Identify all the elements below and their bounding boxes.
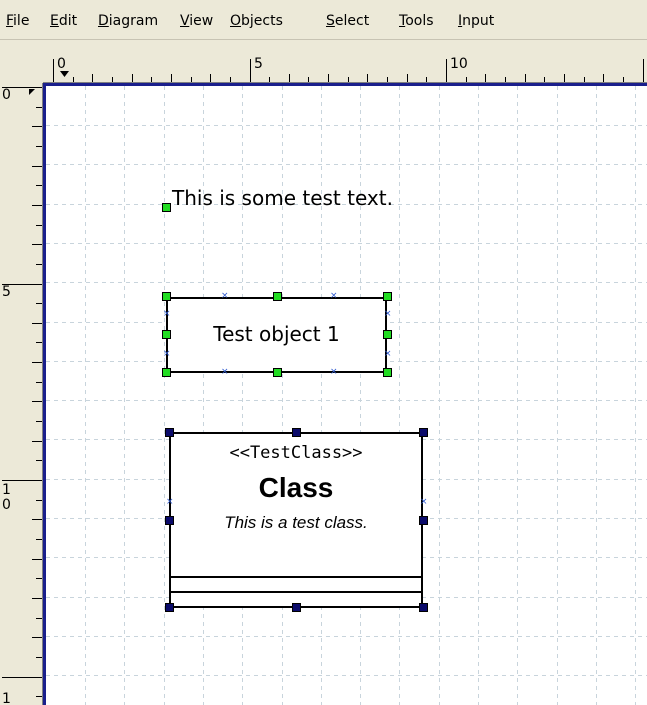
- connection-point-icon[interactable]: ×: [384, 350, 392, 359]
- horizontal-ruler-ticks: 0 5 10: [53, 56, 644, 82]
- connection-point-icon[interactable]: ×: [166, 498, 174, 507]
- class-handle-mr[interactable]: [419, 516, 428, 525]
- menu-tools[interactable]: Tools: [399, 11, 434, 31]
- ruler-left-label-0: 0: [2, 87, 11, 103]
- vertical-ruler-ticks: 0 5 1 0 1: [2, 87, 42, 705]
- horizontal-ruler[interactable]: 0 5 10: [43, 41, 647, 83]
- class-operations-divider: [171, 591, 421, 593]
- ruler-left-label-15: 1: [2, 691, 11, 705]
- class-name: Class: [258, 472, 334, 503]
- diagram-canvas[interactable]: [43, 83, 647, 705]
- ruler-left-label-5: 5: [2, 284, 11, 300]
- connection-point-icon[interactable]: ×: [330, 292, 338, 301]
- ruler-top-label-5: 5: [254, 56, 263, 72]
- connection-point-icon[interactable]: ×: [221, 368, 229, 377]
- class-attributes-divider: [171, 576, 421, 578]
- ruler-top-label-10: 10: [450, 56, 468, 72]
- class-handle-tr[interactable]: [419, 428, 428, 437]
- text-object[interactable]: This is some test text.: [172, 186, 393, 210]
- object1-handle-tl[interactable]: [162, 292, 171, 301]
- object1-handle-bm[interactable]: [273, 368, 282, 377]
- ruler-left-label-10-a: 1: [2, 482, 11, 498]
- canvas-grid: [46, 86, 647, 705]
- text-object-handle[interactable]: [162, 203, 171, 212]
- object1-handle-tr[interactable]: [383, 292, 392, 301]
- connection-point-icon[interactable]: ×: [384, 310, 392, 319]
- menu-view[interactable]: View: [180, 11, 213, 31]
- ruler-cursor-marker: [60, 71, 69, 77]
- menu-file[interactable]: File: [6, 11, 29, 31]
- ruler-left-cursor-marker: [29, 89, 35, 95]
- menu-objects[interactable]: Objects: [230, 11, 283, 31]
- vertical-ruler[interactable]: 0 5 1 0 1: [0, 83, 43, 705]
- menu-input[interactable]: Input: [458, 11, 494, 31]
- connection-point-icon[interactable]: ×: [420, 498, 428, 507]
- object1-handle-br[interactable]: [383, 368, 392, 377]
- class-handle-br[interactable]: [419, 603, 428, 612]
- menu-select[interactable]: Select: [326, 11, 369, 31]
- class-stereotype: <<TestClass>>: [229, 443, 363, 463]
- object1-handle-bl[interactable]: [162, 368, 171, 377]
- uml-class-object[interactable]: <<TestClass>> Class This is a test class…: [169, 432, 423, 608]
- class-description: This is a test class.: [224, 513, 368, 532]
- class-handle-tl[interactable]: [165, 428, 174, 437]
- connection-point-icon[interactable]: ×: [330, 368, 338, 377]
- object1-handle-mr[interactable]: [383, 330, 392, 339]
- ruler-corner: [0, 41, 43, 83]
- ruler-left-label-10-b: 0: [2, 497, 11, 513]
- menu-diagram[interactable]: Diagram: [98, 11, 158, 31]
- class-handle-bm[interactable]: [292, 603, 301, 612]
- connection-point-icon[interactable]: ×: [163, 350, 171, 359]
- class-handle-ml[interactable]: [165, 516, 174, 525]
- object1-handle-tm[interactable]: [273, 292, 282, 301]
- test-object-1-label: Test object 1: [213, 322, 340, 346]
- object1-handle-ml[interactable]: [162, 330, 171, 339]
- connection-point-icon[interactable]: ×: [163, 310, 171, 319]
- class-handle-tm[interactable]: [292, 428, 301, 437]
- menu-bar: File Edit Diagram View Objects Select To…: [0, 0, 647, 40]
- connection-point-icon[interactable]: ×: [221, 292, 229, 301]
- ruler-top-label-0: 0: [57, 56, 66, 72]
- test-object-1[interactable]: Test object 1: [166, 297, 387, 373]
- class-handle-bl[interactable]: [165, 603, 174, 612]
- menu-edit[interactable]: Edit: [50, 11, 77, 31]
